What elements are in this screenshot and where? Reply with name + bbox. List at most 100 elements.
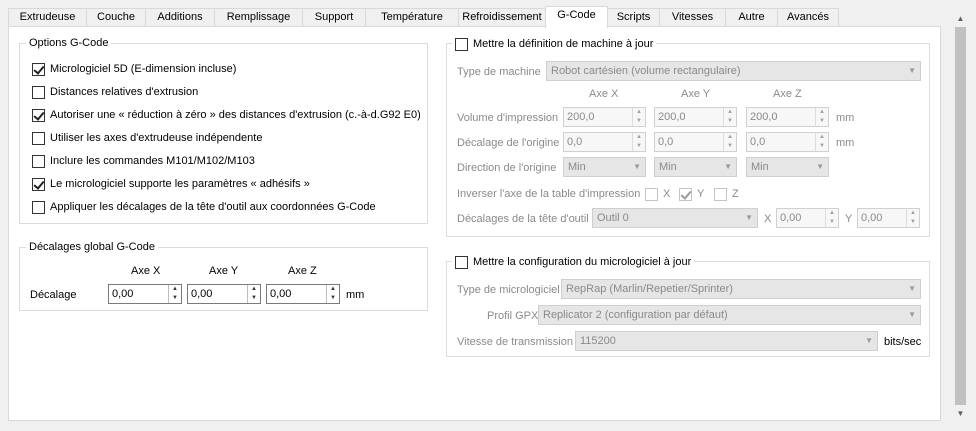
spin-up-icon[interactable]: ▲ xyxy=(826,209,838,218)
firmware-type-dropdown[interactable]: RepRap (Marlin/Repetier/Sprinter) ▼ xyxy=(561,279,921,299)
gpx-profile-dropdown[interactable]: Replicator 2 (configuration par défaut) … xyxy=(538,305,921,325)
volume-x-spinbox[interactable]: 200,0 ▲ ▼ xyxy=(563,107,646,127)
option-relative-extrusion[interactable]: Distances relatives d'extrusion xyxy=(32,84,198,100)
spin-up-icon[interactable]: ▲ xyxy=(169,285,181,294)
chevron-down-icon: ▼ xyxy=(633,162,641,171)
origin-offset-y-spinbox[interactable]: 0,0 ▲ ▼ xyxy=(654,132,737,152)
global-offsets-title: Décalages global G-Code xyxy=(26,240,158,254)
tab-extrudeuse[interactable]: Extrudeuse xyxy=(8,8,87,27)
spin-up-icon[interactable]: ▲ xyxy=(907,209,919,218)
origin-direction-label: Direction de l'origine xyxy=(457,162,557,174)
tab-temperature[interactable]: Température xyxy=(365,8,459,27)
spin-down-icon[interactable]: ▼ xyxy=(826,218,838,227)
spin-up-icon[interactable]: ▲ xyxy=(724,108,736,117)
checkbox-icon[interactable] xyxy=(32,131,45,145)
spin-down-icon[interactable]: ▼ xyxy=(633,117,645,126)
global-offsets-group: Décalages global G-Code Axe X Axe Y Axe … xyxy=(19,240,428,311)
machine-update-checkbox[interactable] xyxy=(455,37,468,51)
scroll-thumb[interactable] xyxy=(955,27,966,405)
firmware-config-title[interactable]: Mettre la configuration du micrologiciel… xyxy=(452,254,695,273)
tab-scripts[interactable]: Scripts xyxy=(607,8,660,27)
option-reset-extrusion[interactable]: Autoriser une « réduction à zéro » des d… xyxy=(32,107,421,123)
checkbox-icon[interactable] xyxy=(32,177,45,191)
invert-axis-label: Inverser l'axe de la table d'impression xyxy=(457,188,641,200)
spin-up-icon[interactable]: ▲ xyxy=(816,108,828,117)
chevron-down-icon: ▼ xyxy=(745,213,753,222)
spin-down-icon[interactable]: ▼ xyxy=(816,117,828,126)
origin-offset-z-spinbox[interactable]: 0,0 ▲ ▼ xyxy=(746,132,829,152)
dropdown-value: Min xyxy=(659,161,677,173)
invert-y-checkbox[interactable]: Y xyxy=(679,186,704,202)
spin-down-icon[interactable]: ▼ xyxy=(724,117,736,126)
tab-vitesses[interactable]: Vitesses xyxy=(659,8,726,27)
option-sticky-parameters[interactable]: Le micrologiciel supporte les paramètres… xyxy=(32,176,310,192)
option-apply-tool-offsets[interactable]: Appliquer les décalages de la tête d'out… xyxy=(32,199,376,215)
tab-couche[interactable]: Couche xyxy=(86,8,146,27)
tab-additions[interactable]: Additions xyxy=(145,8,215,27)
chevron-down-icon: ▼ xyxy=(865,336,873,345)
baud-rate-dropdown[interactable]: 115200 ▼ xyxy=(575,331,878,351)
global-offset-x-spinbox[interactable]: 0,00 ▲ ▼ xyxy=(108,284,182,304)
invert-x-checkbox[interactable]: X xyxy=(645,186,670,202)
dropdown-value: RepRap (Marlin/Repetier/Sprinter) xyxy=(566,283,733,295)
origin-offset-x-spinbox[interactable]: 0,0 ▲ ▼ xyxy=(563,132,646,152)
baud-rate-unit: bits/sec xyxy=(884,336,922,348)
checkbox-icon[interactable] xyxy=(32,108,45,122)
tool-offset-x-spinbox[interactable]: 0,00 ▲ ▼ xyxy=(776,208,839,228)
tab-refroidissement[interactable]: Refroidissement xyxy=(458,8,546,27)
machine-definition-title[interactable]: Mettre la définition de machine à jour xyxy=(452,36,657,55)
option-label: Autoriser une « réduction à zéro » des d… xyxy=(50,109,421,121)
spin-down-icon[interactable]: ▼ xyxy=(327,294,339,303)
gpx-profile-label: Profil GPX xyxy=(487,310,539,322)
spin-up-icon[interactable]: ▲ xyxy=(248,285,260,294)
global-offset-z-spinbox[interactable]: 0,00 ▲ ▼ xyxy=(266,284,340,304)
spin-up-icon[interactable]: ▲ xyxy=(633,108,645,117)
option-m101-commands[interactable]: Inclure les commandes M101/M102/M103 xyxy=(32,153,255,169)
option-5d-firmware[interactable]: Micrologiciel 5D (E-dimension incluse) xyxy=(32,61,236,77)
machine-type-dropdown[interactable]: Robot cartésien (volume rectangulaire) ▼ xyxy=(546,61,921,81)
spin-value: 0,0 xyxy=(567,136,583,148)
spin-up-icon[interactable]: ▲ xyxy=(724,133,736,142)
origin-direction-x-dropdown[interactable]: Min ▼ xyxy=(563,157,646,177)
spin-down-icon[interactable]: ▼ xyxy=(907,218,919,227)
spin-value: 0,00 xyxy=(270,288,292,300)
checkbox-icon[interactable] xyxy=(714,187,727,201)
global-offset-y-spinbox[interactable]: 0,00 ▲ ▼ xyxy=(187,284,261,304)
tab-gcode[interactable]: G-Code xyxy=(545,6,608,28)
checkbox-icon[interactable] xyxy=(32,154,45,168)
spin-down-icon[interactable]: ▼ xyxy=(169,294,181,303)
spin-value: 0,00 xyxy=(780,212,802,224)
option-independent-extruder-axes[interactable]: Utiliser les axes d'extrudeuse indépende… xyxy=(32,130,262,146)
vertical-scrollbar[interactable]: ▲ ▼ xyxy=(952,10,969,422)
spin-down-icon[interactable]: ▼ xyxy=(248,294,260,303)
checkbox-icon[interactable] xyxy=(679,187,692,201)
origin-direction-y-dropdown[interactable]: Min ▼ xyxy=(654,157,737,177)
dropdown-value: Min xyxy=(751,161,769,173)
spin-down-icon[interactable]: ▼ xyxy=(816,142,828,151)
tab-avances[interactable]: Avancés xyxy=(777,8,839,27)
firmware-update-checkbox[interactable] xyxy=(455,255,468,269)
volume-y-spinbox[interactable]: 200,0 ▲ ▼ xyxy=(654,107,737,127)
option-label: Utiliser les axes d'extrudeuse indépende… xyxy=(50,132,263,144)
machine-axis-x-header: Axe X xyxy=(589,88,619,100)
tool-dropdown[interactable]: Outil 0 ▼ xyxy=(592,208,758,228)
scroll-up-icon[interactable]: ▲ xyxy=(952,10,969,27)
invert-z-checkbox[interactable]: Z xyxy=(714,186,739,202)
origin-direction-z-dropdown[interactable]: Min ▼ xyxy=(746,157,829,177)
checkbox-icon[interactable] xyxy=(32,85,45,99)
volume-z-spinbox[interactable]: 200,0 ▲ ▼ xyxy=(746,107,829,127)
checkbox-icon[interactable] xyxy=(32,62,45,76)
spin-up-icon[interactable]: ▲ xyxy=(816,133,828,142)
tab-support[interactable]: Support xyxy=(302,8,366,27)
spin-up-icon[interactable]: ▲ xyxy=(633,133,645,142)
spin-down-icon[interactable]: ▼ xyxy=(633,142,645,151)
checkbox-icon[interactable] xyxy=(32,200,45,214)
checkbox-icon[interactable] xyxy=(645,187,658,201)
tool-offset-y-spinbox[interactable]: 0,00 ▲ ▼ xyxy=(857,208,920,228)
machine-axis-z-header: Axe Z xyxy=(773,88,802,100)
scroll-down-icon[interactable]: ▼ xyxy=(952,405,969,422)
spin-up-icon[interactable]: ▲ xyxy=(327,285,339,294)
spin-down-icon[interactable]: ▼ xyxy=(724,142,736,151)
tab-autre[interactable]: Autre xyxy=(725,8,778,27)
tab-remplissage[interactable]: Remplissage xyxy=(214,8,303,27)
